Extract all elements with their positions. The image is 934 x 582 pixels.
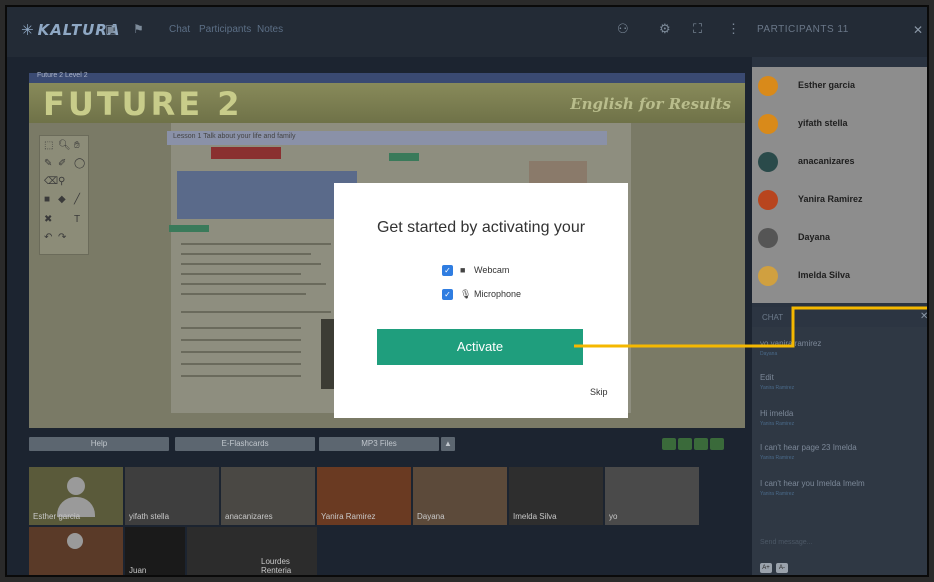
annotation-connector — [574, 306, 927, 348]
annotation-line — [574, 306, 927, 348]
app-frame: ✳ KALTURA ▣ ⚑ Chat Participants Notes ⚇ ⚙… — [5, 5, 929, 577]
